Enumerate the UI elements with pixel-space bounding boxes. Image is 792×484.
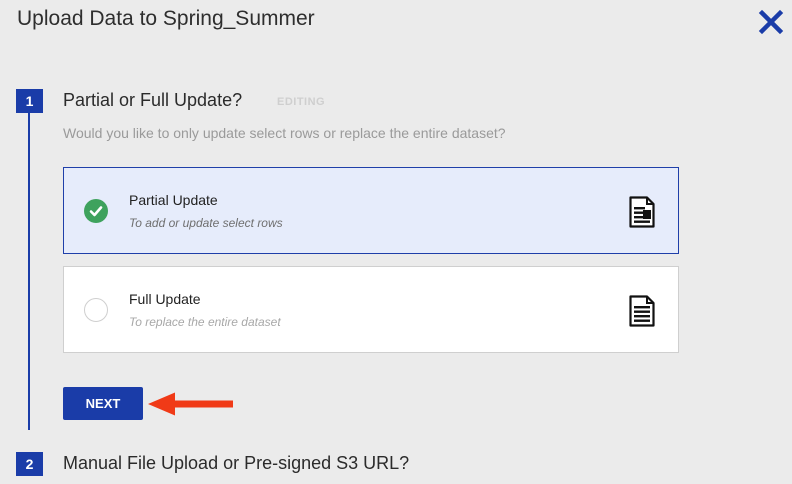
option-title: Full Update bbox=[129, 291, 201, 307]
option-title: Partial Update bbox=[129, 192, 218, 208]
step-description: Would you like to only update select row… bbox=[63, 125, 506, 141]
option-subtitle: To replace the entire dataset bbox=[129, 315, 281, 329]
close-icon[interactable] bbox=[758, 9, 784, 35]
step-connector-line bbox=[28, 108, 30, 430]
step-number-badge: 2 bbox=[16, 452, 43, 476]
radio-empty-icon[interactable] bbox=[84, 298, 108, 322]
full-update-option[interactable]: Full Update To replace the entire datase… bbox=[63, 266, 679, 353]
step-title: Partial or Full Update? bbox=[63, 90, 243, 110]
document-partial-icon bbox=[629, 196, 655, 228]
next-button[interactable]: NEXT bbox=[63, 387, 143, 420]
step-title: Manual File Upload or Pre-signed S3 URL? bbox=[63, 453, 410, 473]
radio-checked-icon[interactable] bbox=[84, 199, 108, 223]
checkmark-icon bbox=[89, 206, 103, 217]
option-subtitle: To add or update select rows bbox=[129, 216, 283, 230]
document-full-icon bbox=[629, 295, 655, 327]
dialog-title: Upload Data to Spring_Summer bbox=[17, 7, 315, 30]
step-number-badge: 1 bbox=[16, 89, 43, 113]
partial-update-option[interactable]: Partial Update To add or update select r… bbox=[63, 167, 679, 254]
editing-status-tag: EDITING bbox=[277, 96, 326, 108]
left-arrow-icon bbox=[148, 392, 233, 416]
